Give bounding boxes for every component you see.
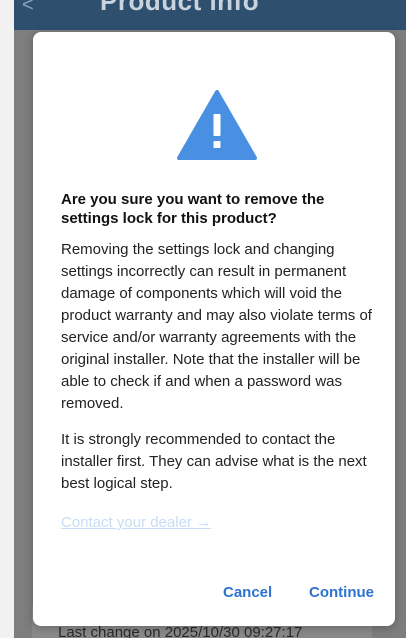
- app-bar: < Product info: [14, 0, 406, 30]
- warning-triangle-icon: [177, 90, 257, 160]
- warning-paragraph: Removing the settings lock and changing …: [61, 241, 372, 412]
- contact-dealer-link[interactable]: Contact your dealer →: [61, 514, 211, 531]
- dialog-heading: Are you sure you want to remove the sett…: [61, 191, 325, 227]
- continue-button[interactable]: Continue: [309, 584, 374, 601]
- cancel-button[interactable]: Cancel: [223, 584, 272, 601]
- last-change-text: Last change on 2025/10/30 09:27:17: [58, 624, 303, 638]
- recommendation-paragraph: It is strongly recommended to contact th…: [61, 431, 367, 492]
- page-title: Product info: [100, 0, 260, 16]
- back-arrow-icon[interactable]: <: [22, 0, 34, 17]
- remove-settings-lock-dialog: Are you sure you want to remove the sett…: [33, 32, 395, 626]
